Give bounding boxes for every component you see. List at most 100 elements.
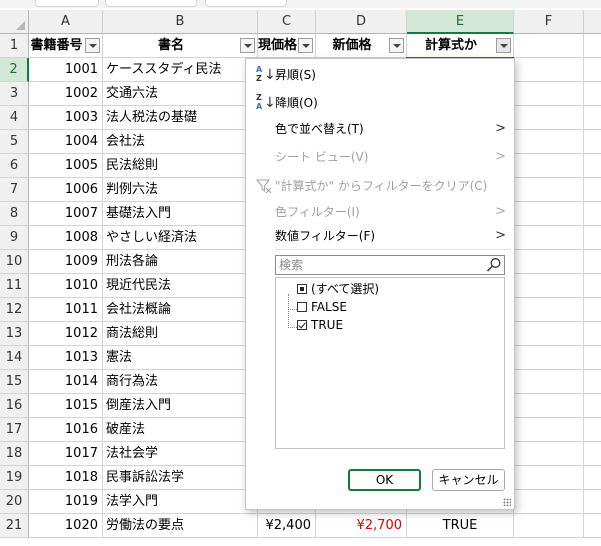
cell[interactable] [584, 130, 601, 154]
row-header[interactable]: 8 [0, 202, 29, 226]
cell-book-title[interactable]: 法人税法の基礎 [103, 106, 258, 130]
row-header[interactable]: 21 [0, 514, 29, 538]
cell-book-number[interactable]: 1019 [29, 490, 103, 514]
cell[interactable] [584, 298, 601, 322]
cell-book-title[interactable]: 会社法 [103, 130, 258, 154]
row-header[interactable]: 2 [0, 58, 29, 82]
row-header[interactable]: 19 [0, 466, 29, 490]
cell-book-number[interactable]: 1020 [29, 514, 103, 538]
header-is-formula[interactable]: 計算式か [407, 34, 514, 58]
cell-book-number[interactable]: 1010 [29, 274, 103, 298]
filter-dropdown-icon[interactable] [496, 38, 511, 53]
row-header[interactable]: 16 [0, 394, 29, 418]
cell-book-number[interactable]: 1004 [29, 130, 103, 154]
cell[interactable] [584, 490, 601, 514]
cell[interactable] [584, 514, 601, 538]
cell[interactable] [584, 106, 601, 130]
cell-book-number[interactable]: 1012 [29, 322, 103, 346]
cell-book-number[interactable]: 1001 [29, 58, 103, 82]
select-all-corner[interactable] [0, 10, 29, 34]
cell[interactable] [514, 202, 584, 226]
checkbox-checked[interactable] [297, 320, 307, 330]
row-header[interactable]: 20 [0, 490, 29, 514]
cell-book-title[interactable]: 交通六法 [103, 82, 258, 106]
cell[interactable] [514, 178, 584, 202]
row-header[interactable]: 6 [0, 154, 29, 178]
cell-book-title[interactable]: やさしい経済法 [103, 226, 258, 250]
cell-book-title[interactable]: ケーススタディ民法 [103, 58, 258, 82]
cell[interactable] [514, 298, 584, 322]
row-header[interactable]: 14 [0, 346, 29, 370]
cell-book-number[interactable]: 1008 [29, 226, 103, 250]
cell[interactable] [584, 466, 601, 490]
cell[interactable] [584, 226, 601, 250]
row-header[interactable]: 5 [0, 130, 29, 154]
cell[interactable] [514, 514, 584, 538]
cell-book-number[interactable]: 1002 [29, 82, 103, 106]
cancel-button[interactable]: キャンセル [432, 469, 505, 491]
cell[interactable] [584, 154, 601, 178]
cell-book-title[interactable]: 法学入門 [103, 490, 258, 514]
ok-button[interactable]: OK [348, 469, 421, 491]
sort-ascending-item[interactable]: A Z ↓ 昇順(S) [246, 63, 514, 87]
row-header[interactable]: 9 [0, 226, 29, 250]
cell[interactable] [514, 394, 584, 418]
row-header[interactable]: 3 [0, 82, 29, 106]
column-header-e[interactable]: E [407, 10, 514, 34]
cell[interactable] [584, 418, 601, 442]
cell-book-title[interactable]: 商行為法 [103, 370, 258, 394]
cell[interactable] [514, 466, 584, 490]
cell-book-title[interactable]: 法社会学 [103, 442, 258, 466]
cell[interactable] [514, 418, 584, 442]
filter-search-input[interactable] [276, 256, 484, 274]
row-header[interactable]: 15 [0, 370, 29, 394]
resize-grip-icon[interactable] [503, 498, 511, 506]
cell-book-number[interactable]: 1016 [29, 418, 103, 442]
cell[interactable] [514, 346, 584, 370]
filter-dropdown-icon[interactable] [298, 38, 313, 53]
header-book-number[interactable]: 書籍番号 [29, 34, 103, 58]
row-header[interactable]: 12 [0, 298, 29, 322]
filter-search-box[interactable] [275, 255, 505, 275]
cell[interactable] [584, 202, 601, 226]
cell[interactable] [584, 58, 601, 82]
cell[interactable] [514, 34, 584, 58]
cell[interactable] [584, 394, 601, 418]
cell-new-price[interactable]: ¥2,700 [316, 514, 407, 538]
row-header[interactable]: 7 [0, 178, 29, 202]
cell[interactable] [584, 370, 601, 394]
cell-book-number[interactable]: 1015 [29, 394, 103, 418]
cell-book-number[interactable]: 1007 [29, 202, 103, 226]
cell-book-number[interactable]: 1009 [29, 250, 103, 274]
cell-book-number[interactable]: 1013 [29, 346, 103, 370]
header-book-title[interactable]: 書名 [103, 34, 258, 58]
header-current-price[interactable]: 現価格 [258, 34, 316, 58]
column-header-a[interactable]: A [29, 10, 103, 34]
cell[interactable] [584, 34, 601, 58]
row-header[interactable]: 13 [0, 322, 29, 346]
cell-book-title[interactable]: 判例六法 [103, 178, 258, 202]
cell-book-title[interactable]: 基礎法入門 [103, 202, 258, 226]
cell-book-number[interactable]: 1006 [29, 178, 103, 202]
cell-book-title[interactable]: 倒産法入門 [103, 394, 258, 418]
cell[interactable] [514, 442, 584, 466]
row-header[interactable]: 11 [0, 274, 29, 298]
row-header[interactable]: 10 [0, 250, 29, 274]
column-header-g[interactable] [584, 10, 601, 34]
row-header[interactable]: 18 [0, 442, 29, 466]
filter-dropdown-icon[interactable] [389, 38, 404, 53]
cell[interactable] [514, 58, 584, 82]
cell-book-number[interactable]: 1018 [29, 466, 103, 490]
cell-book-number[interactable]: 1017 [29, 442, 103, 466]
checkbox-unchecked[interactable] [297, 302, 307, 312]
sort-descending-item[interactable]: Z A ↓ 降順(O) [246, 91, 514, 115]
filter-dropdown-icon[interactable] [85, 38, 100, 53]
cell[interactable] [514, 106, 584, 130]
cell-is-formula[interactable]: TRUE [407, 514, 514, 538]
cell-book-title[interactable]: 破産法 [103, 418, 258, 442]
cell-book-title[interactable]: 商法総則 [103, 322, 258, 346]
cell[interactable] [584, 178, 601, 202]
cell[interactable] [514, 274, 584, 298]
column-header-d[interactable]: D [316, 10, 407, 34]
cell[interactable] [584, 442, 601, 466]
